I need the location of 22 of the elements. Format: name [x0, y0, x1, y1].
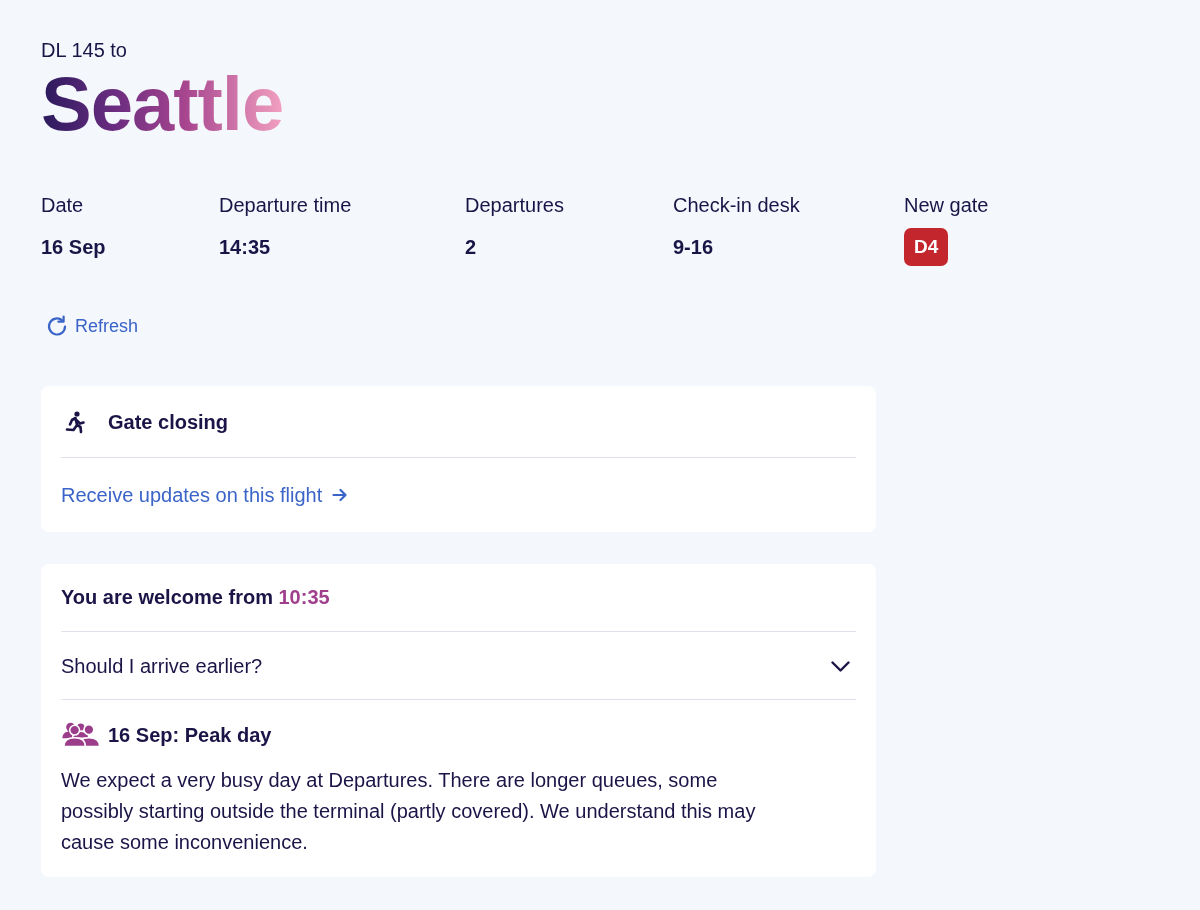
refresh-icon [46, 315, 67, 337]
detail-label: Date [41, 193, 84, 217]
accordion-toggle[interactable]: Should I arrive earlier? [61, 654, 856, 678]
detail-label: Departures [465, 193, 564, 217]
runner-icon [65, 409, 86, 435]
detail-value: 2 [465, 235, 477, 259]
detail-value: 16 Sep [41, 235, 106, 259]
refresh-button[interactable]: Refresh [46, 314, 139, 338]
flight-number: DL 145 to [41, 38, 127, 62]
detail-value: 14:35 [219, 235, 271, 259]
arrow-right-icon [332, 488, 348, 502]
welcome-heading: You are welcome from 10:35 [61, 585, 330, 609]
updates-link[interactable]: Receive updates on this flight [61, 483, 348, 507]
detail-label: New gate [904, 193, 989, 217]
gate-badge: D4 [904, 228, 949, 266]
notice-text: We expect a very busy day at Departures. There are longer queues, some possibly starting outside the terminal (partly covered). We understand this may cause some inconvenience. [61, 768, 757, 855]
people-icon [61, 722, 101, 747]
notice-title: 16 Sep: Peak day [108, 722, 272, 747]
detail-label: Check-in desk [673, 193, 800, 217]
gate-status: Gate closing [108, 410, 229, 434]
detail-value: 9-16 [673, 235, 714, 259]
detail-label: Departure time [219, 193, 352, 217]
